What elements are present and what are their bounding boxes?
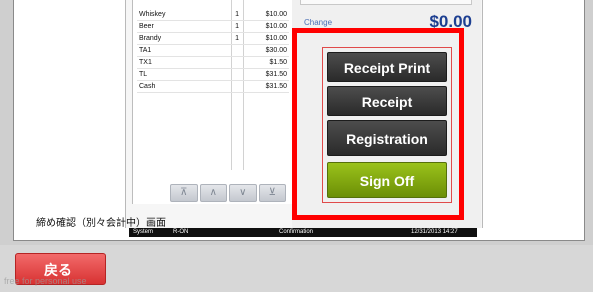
double-up-icon[interactable]: ⊼ [170,184,198,202]
item-name: TX1 [139,59,152,66]
item-amount: $31.50 [265,71,287,78]
total-panel-frame [300,0,472,5]
item-name: Beer [139,23,154,30]
status-bar: System R-ON Confirmation 12/31/2013 14:2… [129,228,477,237]
change-label: Change [304,18,333,27]
watermark: free for personal use [4,276,87,286]
status-operator: R-ON [173,229,189,235]
item-amount: $31.50 [265,83,287,90]
item-qty: 1 [235,11,239,18]
item-name: Brandy [139,35,162,42]
item-amount: $30.00 [265,47,287,54]
status-mode: System [133,229,154,235]
item-qty: 1 [235,35,239,42]
receipt-print-button[interactable]: Receipt Print [327,52,447,82]
list-item[interactable]: Beer 1 $10.00 [137,21,289,33]
registration-button[interactable]: Registration [327,120,447,156]
screen-caption: 締め確認（別々会計中）画面 [36,218,166,229]
item-name: Whiskey [139,11,166,18]
receipt-button[interactable]: Receipt [327,86,447,116]
status-datetime: 12/31/2013 14:27 [411,229,458,235]
list-item[interactable]: Cash $31.50 [137,81,289,93]
item-amount: $10.00 [265,23,287,30]
item-amount: $10.00 [265,35,287,42]
list-item[interactable]: Brandy 1 $10.00 [137,33,289,45]
item-amount: $10.00 [265,11,287,18]
list-item[interactable]: TX1 $1.50 [137,57,289,69]
receipt-list: Whiskey 1 $10.00 Beer 1 $10.00 Brandy 1 … [132,0,294,204]
item-name: TA1 [139,47,152,54]
list-scroll-nav: ⊼ ∧ ∨ ⊻ [170,184,286,202]
list-item[interactable]: TL $31.50 [137,69,289,81]
status-screen: Confirmation [279,229,314,235]
list-item[interactable]: TA1 $30.00 [137,45,289,57]
sign-off-button[interactable]: Sign Off [327,162,447,198]
up-icon[interactable]: ∧ [199,184,227,202]
double-down-icon[interactable]: ⊻ [258,184,286,202]
list-item[interactable]: Whiskey 1 $10.00 [137,9,289,21]
item-name: Cash [139,83,156,90]
down-icon[interactable]: ∨ [229,184,257,202]
item-qty: 1 [235,23,239,30]
item-amount: $1.50 [269,59,287,66]
item-name: TL [139,71,148,78]
